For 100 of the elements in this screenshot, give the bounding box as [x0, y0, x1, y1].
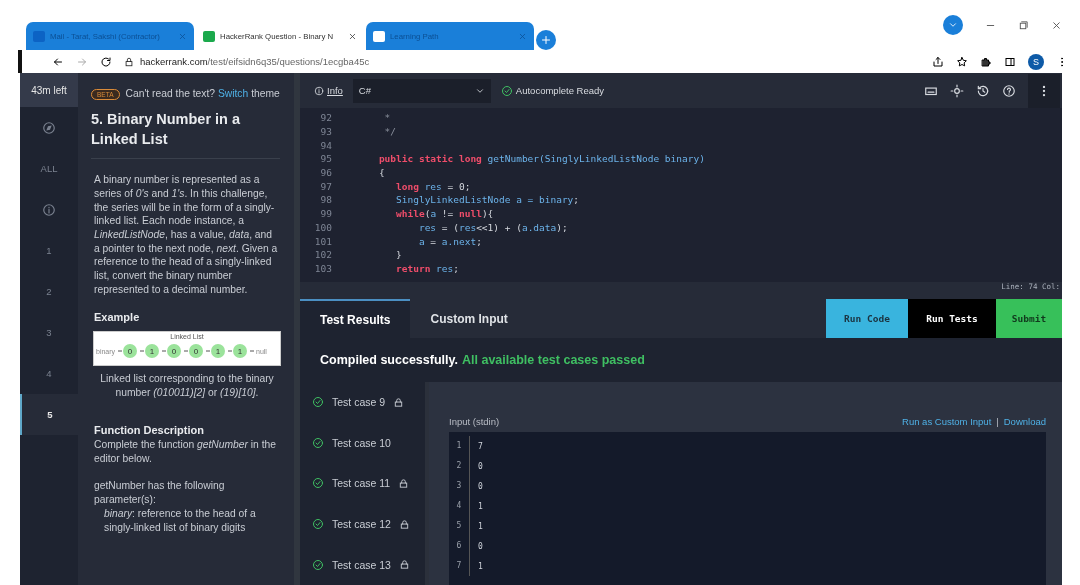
test-case-item[interactable]: Test case 13 — [312, 544, 425, 585]
stdin-value: 1 — [478, 501, 483, 511]
code-line: } — [395, 249, 402, 261]
language-select[interactable]: C# — [352, 78, 491, 103]
line-number: 101 — [313, 235, 332, 247]
history-icon[interactable] — [976, 83, 990, 98]
stdin-value: 1 — [478, 561, 483, 571]
line-number: 94 — [319, 139, 332, 151]
line-number: 103 — [313, 262, 332, 274]
theme-text: theme — [251, 88, 280, 99]
switch-link[interactable]: Switch — [217, 88, 249, 99]
function-text: Complete the function getNumber in the editor below. — [94, 438, 278, 466]
info-icon — [314, 85, 324, 96]
code-line: res = (res<<1) + (a.data); — [417, 221, 568, 233]
run-custom-link[interactable]: Run as Custom Input — [902, 416, 992, 432]
code-line: */ — [383, 126, 397, 138]
run-code-button[interactable]: Run Code — [826, 299, 908, 338]
example-heading: Example — [94, 310, 141, 326]
new-tab-button[interactable] — [536, 30, 556, 50]
share-icon[interactable] — [932, 55, 944, 68]
address-field[interactable]: hackerrank.com/test/eifsidn6q35/questions/1ecgba45c — [124, 56, 920, 67]
info-icon — [42, 202, 56, 217]
check-circle-icon — [312, 477, 324, 490]
line-number: 4 — [449, 496, 470, 516]
back-icon[interactable] — [52, 55, 64, 68]
test-case-item[interactable]: Test case 11 — [312, 463, 425, 504]
function-heading: Function Description — [94, 423, 205, 439]
lock-icon — [124, 56, 134, 67]
sun-icon[interactable] — [950, 83, 964, 98]
line-number: 2 — [449, 456, 470, 476]
question-nav-item[interactable]: ALL — [20, 148, 78, 189]
line-number: 97 — [319, 180, 332, 192]
code-line: a = a.next; — [417, 235, 482, 247]
code-line: * — [383, 112, 391, 124]
line-number: 3 — [449, 476, 470, 496]
line-number: 1 — [449, 436, 470, 456]
close-icon[interactable] — [348, 31, 357, 41]
question-nav-item[interactable]: 3 — [20, 312, 78, 353]
code-line: while(a != null){ — [395, 208, 494, 220]
plus-icon — [540, 34, 552, 46]
question-nav-item[interactable]: 5 — [20, 394, 78, 435]
line-number: 7 — [449, 556, 470, 576]
check-circle-icon — [500, 84, 513, 97]
problem-description: A binary number is represented as a series of 0's and 1's. In this challenge, the series will be in the form of a singly-linked list. Each node instance, a LinkedListNode, has a value, data, and a pointer to the next node, next. Given a reference to the head of a singly-linked list, convert the binary number represented to a decimal number. — [94, 173, 279, 297]
test-case-item[interactable]: Test case 9 — [312, 382, 425, 423]
timer: 43m left — [20, 73, 78, 107]
line-number: 96 — [319, 167, 332, 179]
line-number: 102 — [313, 249, 332, 261]
line-number: 95 — [319, 153, 332, 165]
restore-icon[interactable] — [1018, 19, 1029, 31]
line-number: 99 — [319, 208, 332, 220]
autocomplete-status: Autocomplete Ready — [500, 84, 605, 97]
lock-icon — [398, 478, 410, 489]
code-line: { — [377, 167, 385, 179]
link-separator: | — [996, 416, 999, 429]
stdin-value: 0 — [478, 541, 483, 551]
test-case-item[interactable]: Test case 12 — [312, 503, 425, 545]
example-caption: Linked list corresponding to the binary number (010011)[2] or (19)[10]. — [99, 372, 275, 400]
code-line: public static long getNumber(SinglyLinkedListNode binary) — [377, 153, 705, 165]
stdin-value: 0 — [478, 481, 483, 491]
code-line: return res; — [395, 262, 459, 274]
question-nav-item[interactable]: 2 — [20, 271, 78, 312]
favicon-icon — [373, 30, 385, 42]
tab-search-button[interactable] — [943, 15, 963, 35]
results-tab[interactable]: Custom Input — [410, 299, 528, 338]
favicon-icon — [203, 30, 215, 42]
favicon-icon — [33, 30, 45, 42]
side-panel-icon[interactable] — [1004, 55, 1016, 68]
line-number: 92 — [319, 112, 332, 124]
question-nav-item[interactable]: 1 — [20, 230, 78, 271]
run-tests-button[interactable]: Run Tests — [908, 299, 996, 338]
param-description: binary: reference to the head of a singly-linked list of binary digits — [103, 506, 257, 535]
results-tab[interactable]: Test Results — [300, 299, 411, 338]
submit-button[interactable]: Submit — [996, 299, 1062, 338]
line-number: 93 — [319, 126, 332, 138]
line-number: 98 — [319, 194, 332, 206]
info-link[interactable]: Info — [314, 85, 343, 96]
chevron-down-icon — [948, 20, 958, 30]
close-icon[interactable] — [1051, 19, 1062, 31]
stdin-value: 7 — [478, 441, 483, 451]
check-circle-icon — [312, 518, 324, 531]
test-case-item[interactable]: Test case 10 — [312, 422, 425, 464]
help-icon[interactable] — [1002, 83, 1016, 98]
lock-icon — [393, 396, 405, 408]
code-line: long res = 0; — [395, 180, 471, 192]
code-line: SinglyLinkedListNode a = binary; — [395, 194, 580, 206]
download-link[interactable]: Download — [1003, 416, 1046, 432]
question-nav-item[interactable]: 4 — [20, 353, 78, 394]
profile-avatar[interactable]: S — [1028, 53, 1044, 70]
check-circle-icon — [312, 558, 324, 571]
star-icon[interactable] — [956, 55, 968, 68]
check-circle-icon — [312, 436, 324, 449]
line-number: 5 — [449, 516, 470, 536]
theme-prompt: Can't read the text? — [125, 88, 217, 99]
puzzle-icon[interactable] — [980, 55, 992, 68]
reload-icon[interactable] — [100, 55, 112, 68]
compass-icon — [42, 120, 56, 135]
pass-status: All available test cases passed — [462, 353, 645, 367]
lock-icon — [398, 559, 410, 571]
lock-icon — [398, 518, 410, 530]
